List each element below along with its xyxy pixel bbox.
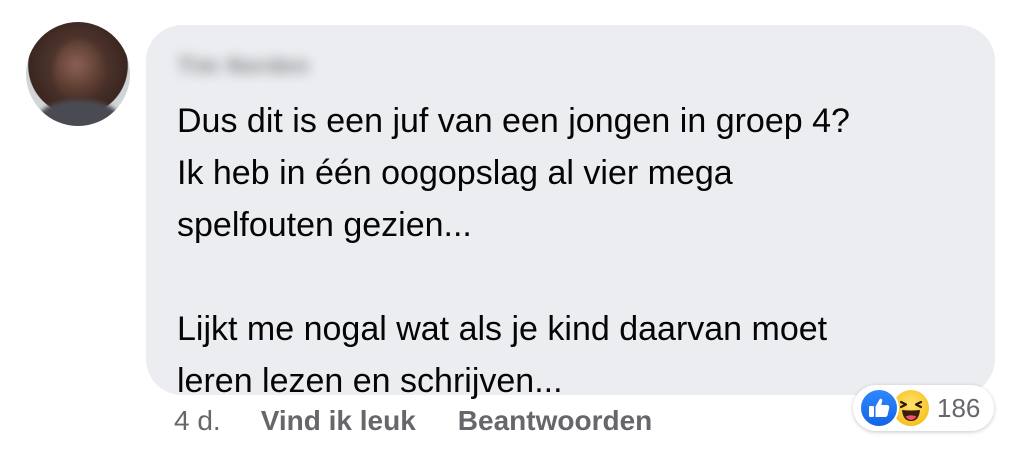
avatar-shoulders xyxy=(36,100,122,126)
reactions-summary[interactable]: 186 xyxy=(853,385,995,431)
author-name[interactable]: Tim Norden xyxy=(178,53,310,79)
comment-line: Lijkt me nogal wat als je kind daarvan m… xyxy=(177,310,828,348)
comment-line: Ik heb in één oogopslag al vier mega xyxy=(177,154,733,192)
avatar[interactable] xyxy=(26,22,130,126)
comment-text: Dus dit is een juf van een jongen in gro… xyxy=(177,95,977,407)
reply-button[interactable]: Beantwoorden xyxy=(458,405,652,437)
avatar-face xyxy=(54,40,104,102)
comment-line: Dus dit is een juf van een jongen in gro… xyxy=(177,102,850,140)
timestamp[interactable]: 4 d. xyxy=(174,405,221,437)
comment-bubble: Tim Norden Dus dit is een juf van een jo… xyxy=(146,25,995,400)
comment: Tim Norden Dus dit is een juf van een jo… xyxy=(0,0,1024,453)
comment-line: spelfouten gezien... xyxy=(177,206,472,244)
like-button[interactable]: Vind ik leuk xyxy=(261,405,416,437)
reaction-count: 186 xyxy=(937,392,981,423)
comment-actions: 4 d. Vind ik leuk Beantwoorden xyxy=(174,403,694,439)
like-icon xyxy=(859,388,899,428)
